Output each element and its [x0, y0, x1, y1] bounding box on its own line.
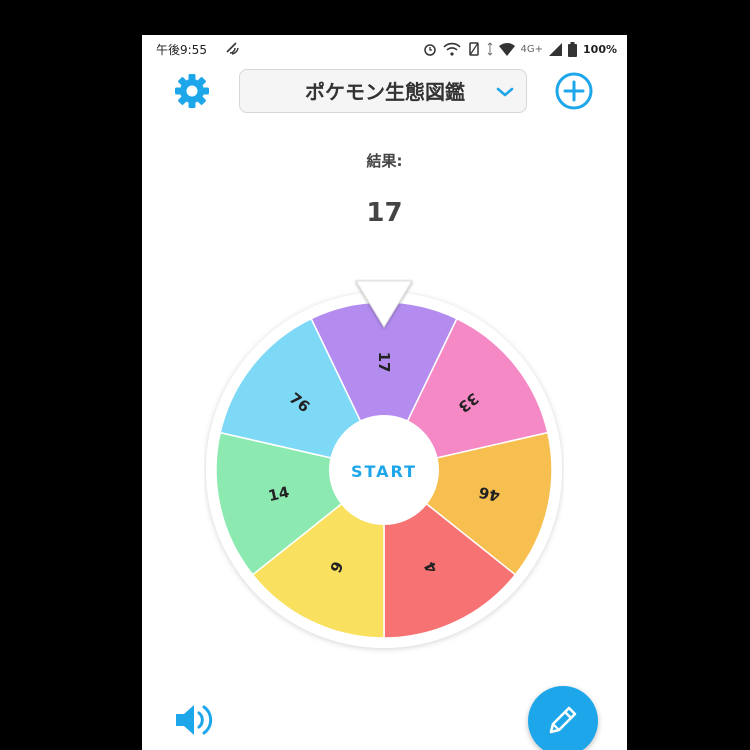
sound-button[interactable] [172, 700, 218, 740]
list-dropdown[interactable]: ポケモン生態図鑑 [239, 69, 527, 113]
status-bar: 午後9:55 4G+ 100% [142, 35, 627, 63]
plus-circle-icon [555, 72, 593, 110]
battery-icon [568, 41, 578, 57]
start-button[interactable]: START [351, 462, 417, 481]
speaker-icon [176, 705, 213, 735]
wheel-segment-label: 17 [375, 352, 393, 373]
battery-percent: 100% [583, 42, 617, 56]
vibrate-icon [468, 42, 479, 56]
wifi-call-icon [442, 42, 461, 56]
app-screen: 午後9:55 4G+ 100% ポケモン生態図鑑 結果: 17 17 33 46… [142, 35, 627, 750]
alarm-icon [423, 44, 436, 56]
result-label: 結果: [366, 152, 403, 170]
status-icons: 4G+ 100% [423, 39, 617, 59]
status-time: 午後9:55 [156, 43, 207, 57]
signal-icon [549, 42, 563, 56]
settings-button[interactable] [172, 71, 212, 111]
result-value: 17 [366, 198, 403, 228]
chevron-down-icon [496, 87, 514, 97]
network-type: 4G+ [520, 43, 544, 55]
nfc-icon [226, 42, 239, 55]
roulette-wheel[interactable]: 173346491476 START [204, 279, 564, 659]
pencil-icon [549, 706, 577, 734]
add-button[interactable] [554, 71, 594, 111]
data-arrows-icon [487, 42, 492, 56]
gear-icon [175, 74, 209, 108]
wifi-icon [498, 42, 515, 56]
list-dropdown-label: ポケモン生態図鑑 [305, 80, 465, 104]
edit-button[interactable] [528, 686, 598, 750]
